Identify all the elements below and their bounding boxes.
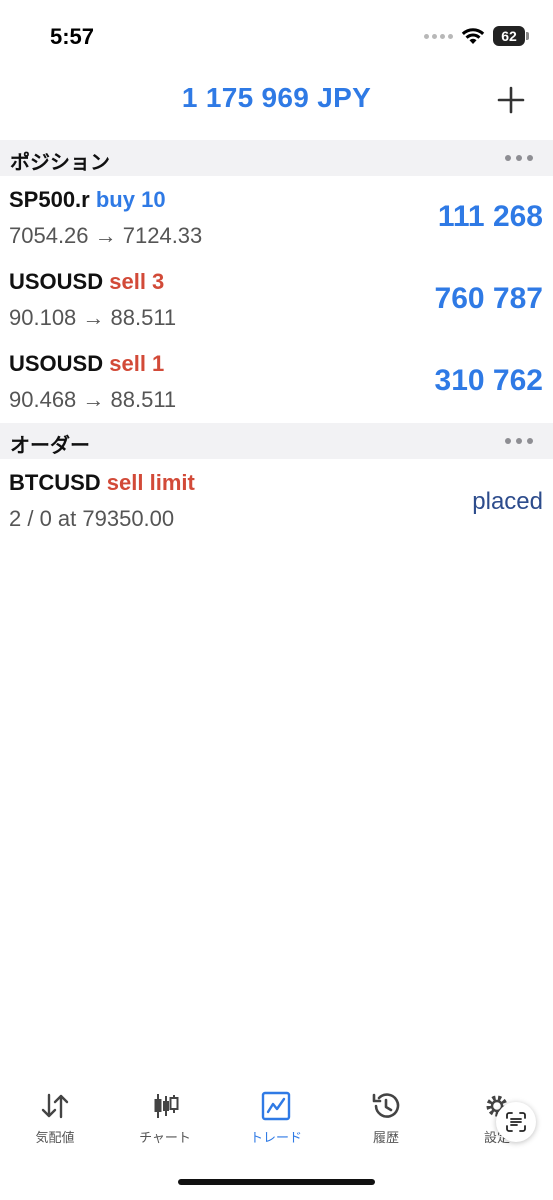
- positions-more-button[interactable]: [501, 148, 537, 168]
- position-symbol: USOUSD: [9, 351, 104, 376]
- tab-label: トレード: [249, 1130, 302, 1145]
- chart-icon: [154, 1094, 179, 1118]
- position-row[interactable]: USOUSD sell 3 90.108 → 88.511 760 787: [0, 259, 553, 341]
- position-title: USOUSD sell 3: [9, 269, 164, 295]
- positions-section-header: ポジション: [0, 140, 553, 176]
- position-title: USOUSD sell 1: [9, 351, 164, 377]
- position-row[interactable]: SP500.r buy 10 7054.26 → 7124.33 111 268: [0, 177, 553, 259]
- tab-chart[interactable]: チャート: [110, 1085, 220, 1155]
- positions-title: ポジション: [10, 152, 110, 174]
- position-profit: 760 787: [434, 282, 543, 315]
- status-time: 5:57: [50, 24, 95, 49]
- position-profit: 111 268: [437, 200, 543, 233]
- position-profit: 310 762: [434, 364, 543, 397]
- tab-label: 履歴: [372, 1130, 399, 1145]
- add-button[interactable]: [491, 80, 531, 120]
- position-prices: 90.108 → 88.511: [9, 305, 177, 330]
- orders-more-button[interactable]: [501, 431, 537, 451]
- position-side: sell 3: [109, 269, 165, 294]
- position-prices: 7054.26 → 7124.33: [9, 223, 203, 248]
- status-indicators: 62: [424, 26, 529, 46]
- tab-label: 気配値: [35, 1130, 75, 1145]
- position-title: SP500.r buy 10: [9, 187, 166, 213]
- tab-trade[interactable]: トレード: [221, 1085, 331, 1155]
- battery-level: 62: [501, 28, 517, 44]
- tab-quotes[interactable]: 気配値: [0, 1085, 110, 1155]
- orders-title: オーダー: [10, 435, 90, 457]
- position-side: sell 1: [109, 351, 165, 376]
- orders-section-header: オーダー: [0, 423, 553, 459]
- position-symbol: USOUSD: [9, 269, 104, 294]
- trade-icon: [261, 1091, 291, 1121]
- position-side: buy 10: [95, 187, 166, 212]
- home-indicator: [178, 1179, 375, 1185]
- order-row[interactable]: BTCUSD sell limit 2 / 0 at 79350.00 plac…: [0, 460, 553, 542]
- quotes-icon: [41, 1093, 69, 1119]
- order-side: sell limit: [106, 470, 195, 495]
- more-dot-icon: [505, 438, 511, 444]
- wifi-icon: [461, 28, 485, 44]
- order-details: 2 / 0 at 79350.00: [9, 506, 175, 531]
- more-dot-icon: [516, 438, 522, 444]
- header: 1 175 969 JPY: [0, 72, 553, 136]
- more-dot-icon: [527, 438, 533, 444]
- position-prices: 90.468 → 88.511: [9, 387, 177, 412]
- order-title: BTCUSD sell limit: [9, 470, 195, 496]
- position-row[interactable]: USOUSD sell 1 90.468 → 88.511 310 762: [0, 341, 553, 423]
- more-dot-icon: [527, 155, 533, 161]
- text-scan-icon: [506, 1112, 526, 1132]
- cellular-signal-icon: [424, 33, 453, 39]
- position-symbol: SP500.r: [9, 187, 90, 212]
- tab-label: チャート: [139, 1130, 191, 1145]
- plus-icon: [497, 86, 525, 114]
- more-dot-icon: [505, 155, 511, 161]
- live-text-scan-button[interactable]: [496, 1102, 536, 1142]
- order-symbol: BTCUSD: [9, 470, 101, 495]
- history-icon: [372, 1093, 400, 1118]
- more-dot-icon: [516, 155, 522, 161]
- status-bar: 5:57 62: [0, 0, 553, 72]
- tab-history[interactable]: 履歴: [331, 1085, 441, 1155]
- battery-icon: 62: [493, 26, 529, 46]
- order-status: placed: [472, 488, 543, 515]
- account-balance: 1 175 969 JPY: [181, 82, 372, 113]
